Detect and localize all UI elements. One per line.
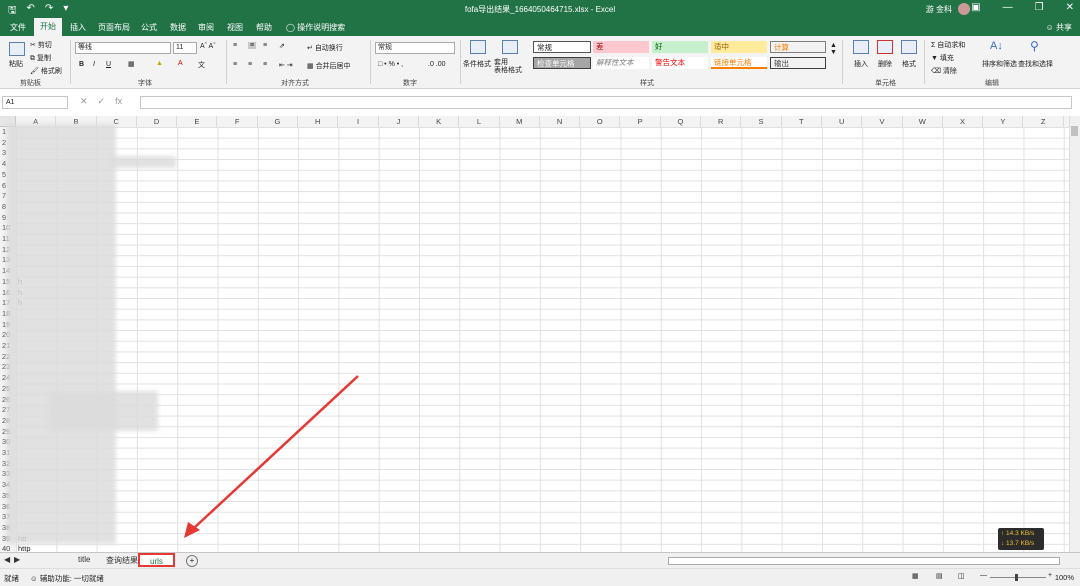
arrow-line: [193, 375, 359, 529]
annotation-arrow: [184, 375, 359, 538]
